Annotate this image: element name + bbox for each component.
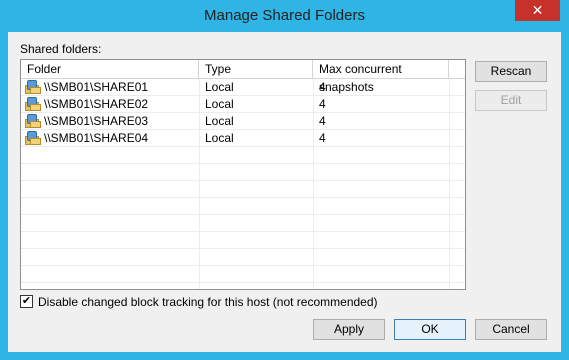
folder-path: \\SMB01\SHARE01 — [44, 80, 149, 94]
title-bar[interactable]: Manage Shared Folders ✕ — [0, 0, 569, 32]
empty-row — [21, 249, 465, 266]
column-header-max-snapshots[interactable]: Max concurrent snapshots — [313, 60, 449, 94]
shared-folder-icon — [25, 80, 41, 94]
ok-button[interactable]: OK — [394, 319, 466, 340]
cancel-button[interactable]: Cancel — [475, 319, 547, 340]
disable-cbt-label[interactable]: Disable changed block tracking for this … — [38, 294, 378, 310]
grid-rows: \\SMB01\SHARE01 Local 4 \\SMB01\SHARE02 … — [21, 79, 465, 289]
max-snapshots-cell: 4 — [319, 131, 326, 145]
folder-cell: \\SMB01\SHARE04 — [21, 130, 199, 146]
checkmark-icon: ✔ — [21, 295, 32, 307]
folder-cell: \\SMB01\SHARE01 — [21, 79, 199, 95]
type-cell: Local — [205, 80, 234, 94]
table-row[interactable]: \\SMB01\SHARE02 Local 4 — [21, 96, 465, 113]
max-snapshots-cell: 4 — [319, 114, 326, 128]
empty-row — [21, 181, 465, 198]
folder-path: \\SMB01\SHARE04 — [44, 131, 149, 145]
shared-folders-grid[interactable]: Folder Type Max concurrent snapshots \\S… — [20, 59, 466, 290]
table-row[interactable]: \\SMB01\SHARE04 Local 4 — [21, 130, 465, 147]
disable-cbt-checkbox[interactable]: ✔ — [20, 295, 33, 308]
empty-row — [21, 232, 465, 249]
type-cell: Local — [205, 97, 234, 111]
empty-row — [21, 164, 465, 181]
shared-folder-icon — [25, 131, 41, 145]
edit-button[interactable]: Edit — [475, 90, 547, 111]
type-cell: Local — [205, 114, 234, 128]
empty-row — [21, 147, 465, 164]
shared-folders-label: Shared folders: — [20, 42, 102, 56]
dialog-window: Manage Shared Folders ✕ Shared folders: … — [0, 0, 569, 360]
column-header-type[interactable]: Type — [199, 60, 313, 78]
max-snapshots-cell: 4 — [319, 80, 326, 94]
table-row[interactable]: \\SMB01\SHARE01 Local 4 — [21, 79, 465, 96]
folder-cell: \\SMB01\SHARE02 — [21, 96, 199, 112]
window-title: Manage Shared Folders — [204, 7, 365, 24]
empty-row — [21, 198, 465, 215]
close-icon: ✕ — [531, 2, 544, 18]
dialog-body: Shared folders: Folder Type Max concurre… — [8, 32, 561, 352]
table-row[interactable]: \\SMB01\SHARE03 Local 4 — [21, 113, 465, 130]
rescan-button[interactable]: Rescan — [475, 61, 547, 82]
folder-path: \\SMB01\SHARE02 — [44, 97, 149, 111]
shared-folder-icon — [25, 114, 41, 128]
folder-cell: \\SMB01\SHARE03 — [21, 113, 199, 129]
folder-path: \\SMB01\SHARE03 — [44, 114, 149, 128]
empty-row — [21, 266, 465, 283]
column-header-folder[interactable]: Folder — [21, 60, 199, 78]
shared-folder-icon — [25, 97, 41, 111]
empty-row — [21, 215, 465, 232]
apply-button[interactable]: Apply — [313, 319, 385, 340]
max-snapshots-cell: 4 — [319, 97, 326, 111]
close-button[interactable]: ✕ — [515, 0, 560, 21]
grid-header: Folder Type Max concurrent snapshots — [21, 60, 465, 94]
type-cell: Local — [205, 131, 234, 145]
empty-row — [21, 283, 465, 289]
